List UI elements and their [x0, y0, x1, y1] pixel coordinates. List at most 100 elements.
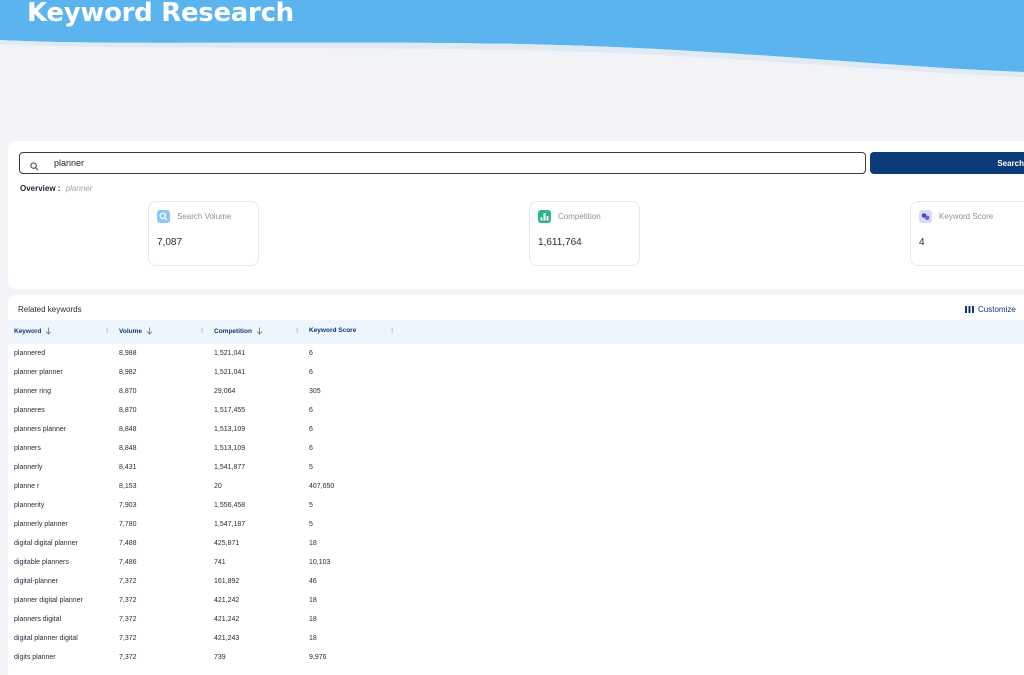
cell-keyword-score: 18 — [309, 597, 317, 604]
table-header: Keyword ⁝ Volume ⁝ Competition ⁝ Keyword… — [8, 320, 1024, 344]
cell-keyword: digital-planner — [14, 578, 58, 585]
cell-keyword-score: 5 — [309, 502, 313, 509]
cell-competition: 1,521,041 — [214, 350, 246, 357]
overview-label: Overview : — [20, 184, 61, 193]
table-row[interactable]: digital digital planner 7,488 425,871 18 — [8, 537, 1024, 556]
table-row[interactable]: digitable planners 7,486 741 10,103 — [8, 556, 1024, 575]
table-row[interactable]: planner planner 8,982 1,521,041 6 — [8, 366, 1024, 385]
table-row[interactable]: planners digital 7,372 421,242 18 — [8, 613, 1024, 632]
table-body: plannered 8,988 1,521,041 6 planner planner 8… — [8, 347, 1024, 670]
column-header-competition[interactable]: Competition — [214, 327, 263, 335]
stat-card-competition: Competition 1,611,764 — [529, 201, 640, 266]
cell-keyword-score: 10,103 — [309, 559, 331, 566]
stat-label: Keyword Score — [939, 212, 994, 221]
cell-competition: 1,521,041 — [214, 369, 246, 376]
cell-keyword: planner digital planner — [14, 597, 83, 604]
cell-competition: 1,556,458 — [214, 502, 246, 509]
customize-button[interactable]: Customize — [965, 305, 1016, 314]
table-row[interactable]: plannered 8,988 1,521,041 6 — [8, 347, 1024, 366]
stat-card-keyword-score: Keyword Score 4 — [910, 201, 1024, 266]
table-row[interactable]: plannerly planner 7,780 1,547,187 5 — [8, 518, 1024, 537]
cell-volume: 8,848 — [119, 426, 137, 433]
cell-keyword: planners planner — [14, 426, 67, 433]
columns-icon — [965, 306, 974, 313]
cell-keyword: digits planner — [14, 654, 56, 661]
cell-volume: 7,486 — [119, 559, 137, 566]
stat-label: Search Volume — [177, 212, 232, 221]
sort-arrow-icon — [256, 327, 263, 335]
stat-card-search-volume: Search Volume 7,087 — [148, 201, 259, 266]
cell-volume: 8,848 — [119, 445, 137, 452]
cell-volume: 7,780 — [119, 521, 137, 528]
table-row[interactable]: digital planner digital 7,372 421,243 18 — [8, 632, 1024, 651]
table-row[interactable]: plannerly 8,431 1,541,877 5 — [8, 461, 1024, 480]
cell-keyword: plannerly — [14, 464, 43, 471]
cell-volume: 7,372 — [119, 578, 137, 585]
cell-keyword: digital planner digital — [14, 635, 78, 642]
cell-keyword-score: 407,650 — [309, 483, 335, 490]
cell-competition: 1,517,455 — [214, 407, 246, 414]
cell-volume: 8,988 — [119, 350, 137, 357]
stat-value: 1,611,764 — [538, 237, 582, 248]
cell-keyword-score: 6 — [309, 407, 313, 414]
cell-volume: 7,903 — [119, 502, 137, 509]
link-icon — [919, 210, 932, 223]
table-row[interactable]: planners 8,848 1,513,109 6 — [8, 442, 1024, 461]
cell-volume: 7,488 — [119, 540, 137, 547]
search-icon — [30, 158, 39, 176]
cell-keyword: planneres — [14, 407, 45, 414]
column-menu-icon[interactable]: ⁝ — [201, 327, 203, 335]
column-menu-icon[interactable]: ⁝ — [106, 327, 108, 335]
search-button[interactable]: Search — [870, 152, 1024, 174]
cell-keyword-score: 6 — [309, 426, 313, 433]
cell-keyword-score: 6 — [309, 350, 313, 357]
stat-value: 4 — [919, 237, 925, 248]
cell-competition: 741 — [214, 559, 226, 566]
cell-keyword: planne r — [14, 483, 40, 490]
cell-keyword: plannered — [14, 350, 46, 357]
search-box[interactable] — [19, 152, 866, 174]
table-row[interactable]: planner ring 8,870 29,064 305 — [8, 385, 1024, 404]
table-row[interactable]: planner digital planner 7,372 421,242 18 — [8, 594, 1024, 613]
cell-volume: 8,870 — [119, 388, 137, 395]
cell-keyword-score: 18 — [309, 540, 317, 547]
table-row[interactable]: planneres 8,870 1,517,455 6 — [8, 404, 1024, 423]
page-title: Keyword Research — [27, 0, 294, 28]
cell-keyword: digitable planners — [14, 559, 69, 566]
cell-keyword-score: 18 — [309, 635, 317, 642]
cell-volume: 8,982 — [119, 369, 137, 376]
cell-volume: 7,372 — [119, 616, 137, 623]
column-menu-icon[interactable]: ⁝ — [391, 327, 393, 335]
cell-keyword: planners digital — [14, 616, 62, 623]
cell-competition: 421,242 — [214, 597, 240, 604]
table-row[interactable]: digital-planner 7,372 161,892 46 — [8, 575, 1024, 594]
column-menu-icon[interactable]: ⁝ — [296, 327, 298, 335]
cell-keyword-score: 5 — [309, 464, 313, 471]
cell-keyword-score: 5 — [309, 521, 313, 528]
table-row[interactable]: planne r 8,153 20 407,650 — [8, 480, 1024, 499]
cell-keyword: planner ring — [14, 388, 51, 395]
table-row[interactable]: plannerity 7,903 1,556,458 5 — [8, 499, 1024, 518]
cell-keyword-score: 9,976 — [309, 654, 327, 661]
sort-arrow-icon — [46, 327, 52, 335]
cell-keyword: planners — [14, 445, 41, 452]
table-row[interactable]: digits planner 7,372 739 9,976 — [8, 651, 1024, 670]
cell-competition: 20 — [214, 483, 222, 490]
cell-keyword: plannerly planner — [14, 521, 68, 528]
overview-keyword: planner — [65, 184, 93, 193]
column-header-keyword-score[interactable]: Keyword Score — [309, 327, 356, 334]
cell-competition: 739 — [214, 654, 226, 661]
cell-keyword-score: 6 — [309, 445, 313, 452]
cell-competition: 425,871 — [214, 540, 240, 547]
column-header-keyword[interactable]: Keyword — [14, 327, 52, 335]
cell-competition: 29,064 — [214, 388, 236, 395]
search-input[interactable] — [54, 153, 834, 173]
customize-label: Customize — [978, 305, 1016, 314]
cell-competition: 1,541,877 — [214, 464, 246, 471]
cell-competition: 161,892 — [214, 578, 240, 585]
cell-volume: 7,372 — [119, 635, 137, 642]
table-row[interactable]: planners planner 8,848 1,513,109 6 — [8, 423, 1024, 442]
column-header-volume[interactable]: Volume — [119, 327, 153, 335]
competition-bars-icon — [538, 210, 551, 223]
cell-competition: 1,547,187 — [214, 521, 246, 528]
